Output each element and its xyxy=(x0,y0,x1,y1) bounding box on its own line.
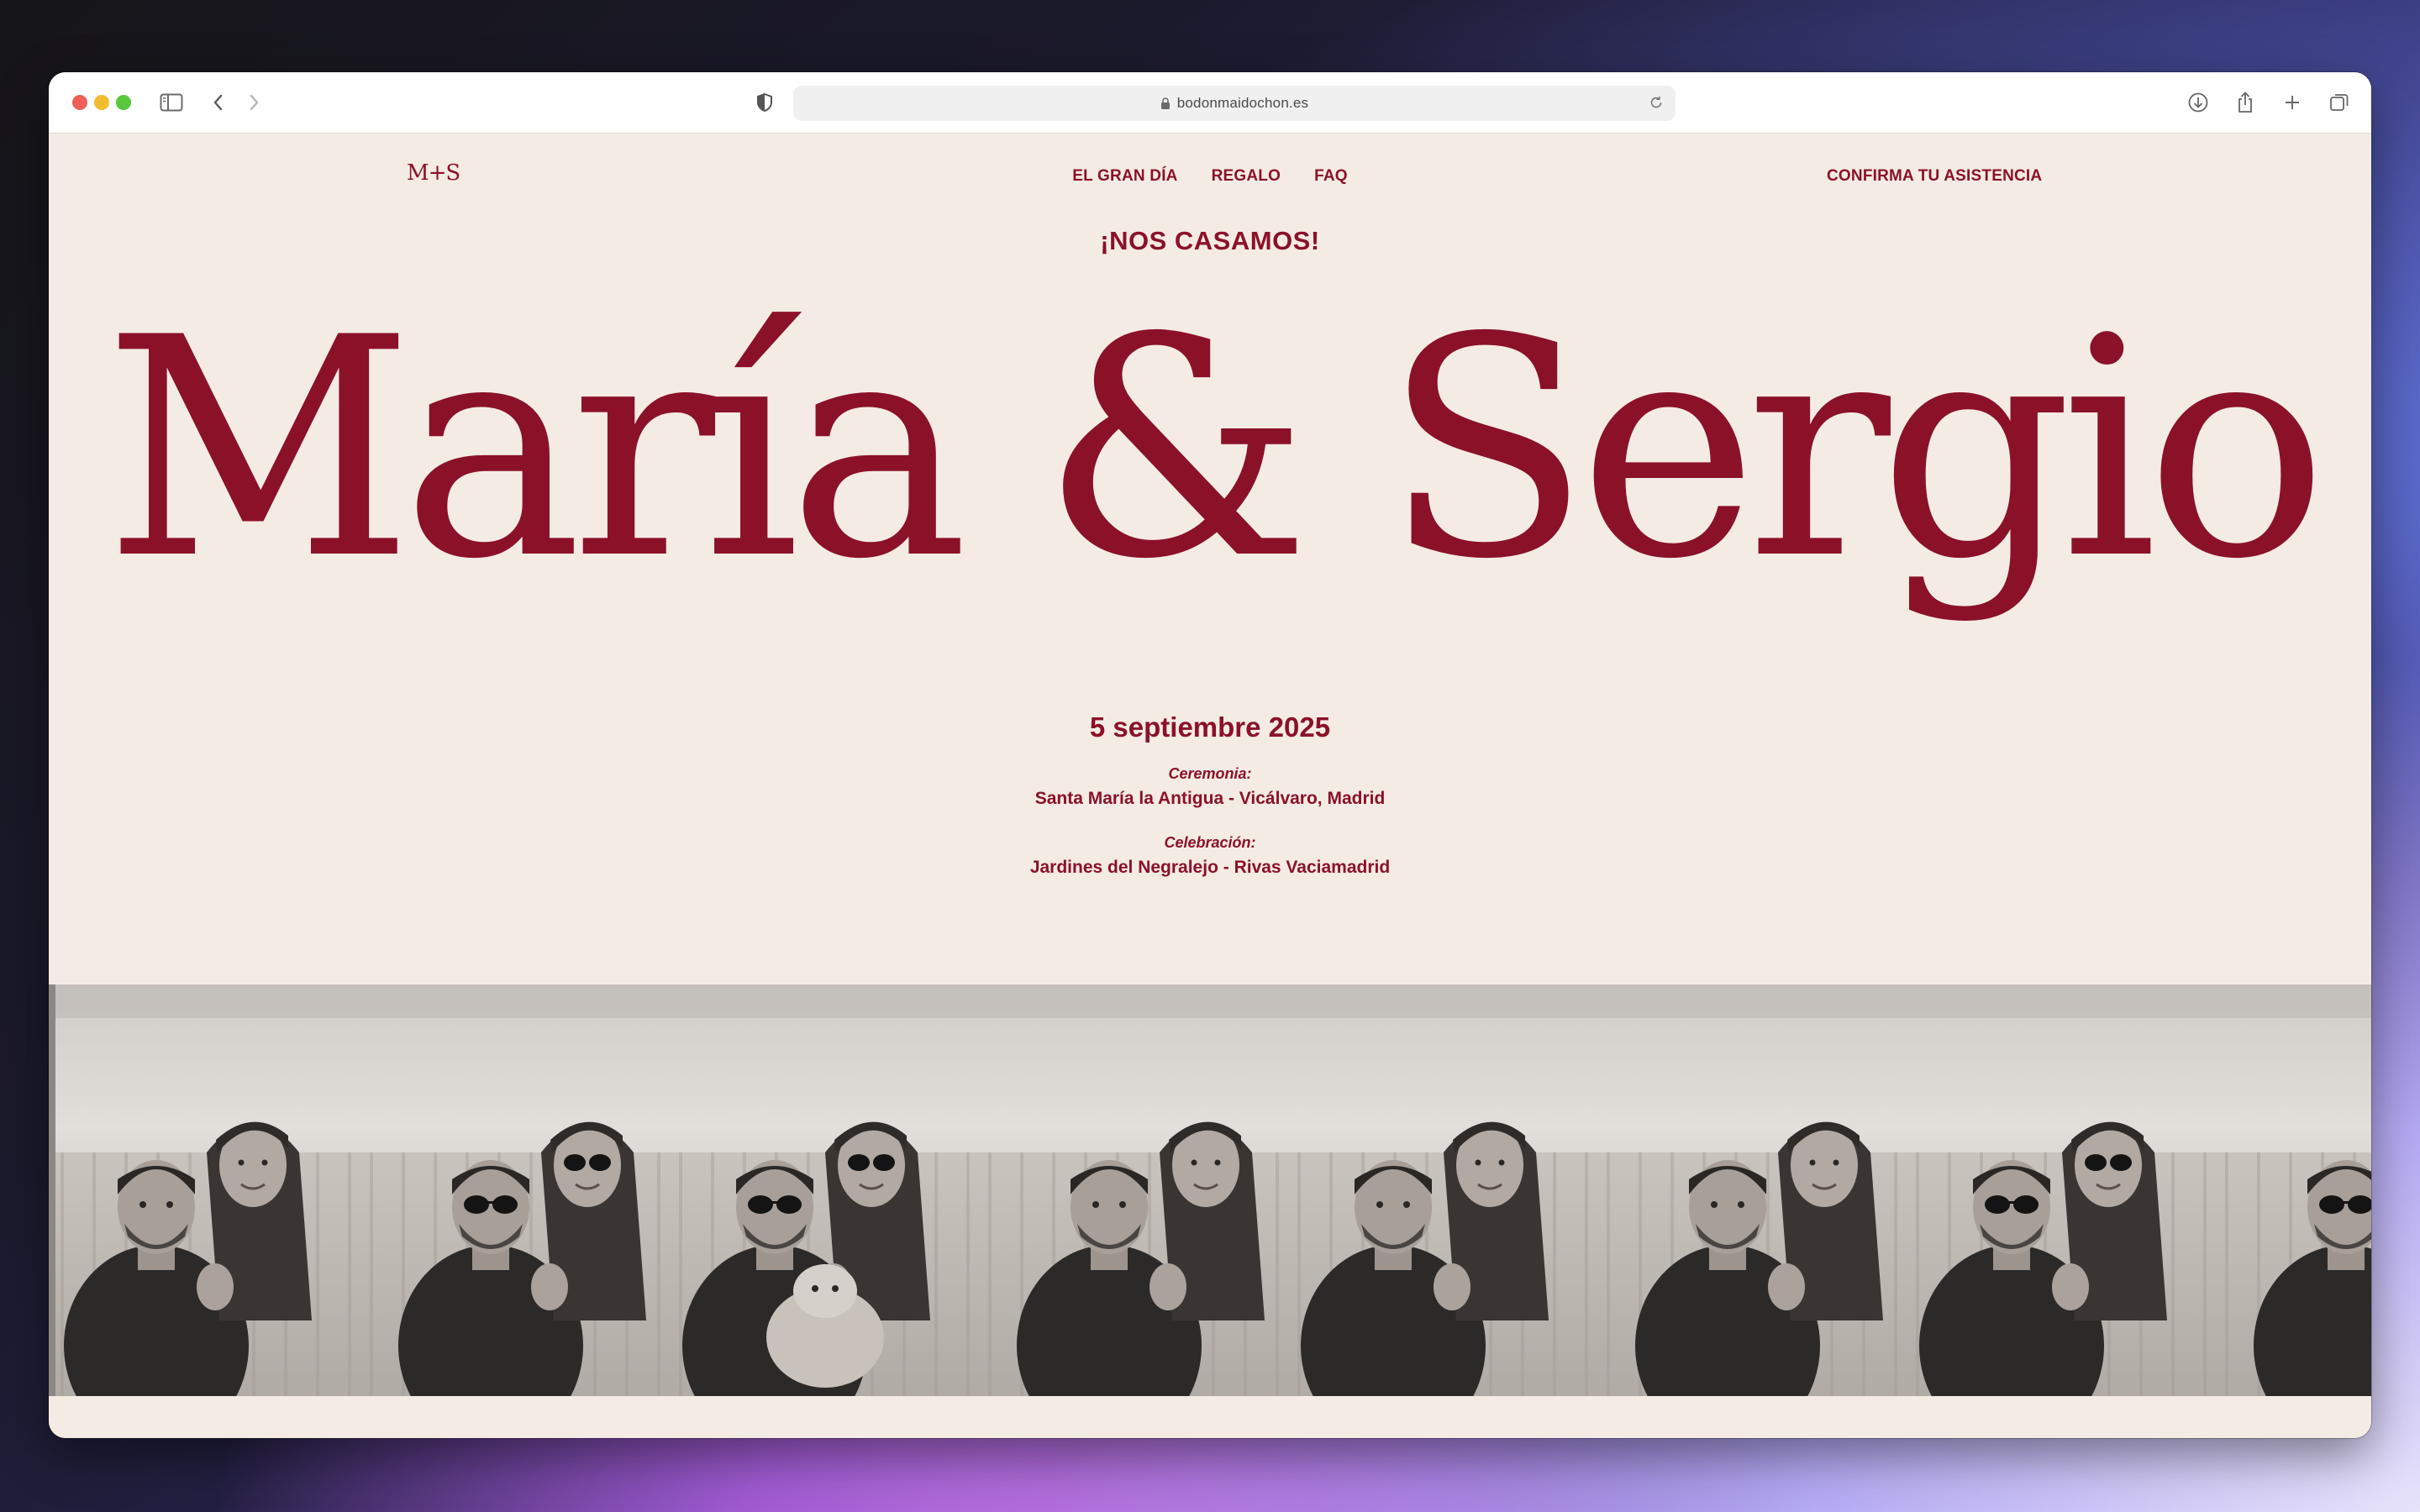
browser-toolbar: bodonmaidochon.es xyxy=(49,72,2371,134)
tab-overview-icon[interactable] xyxy=(2326,89,2353,116)
couple-photo-8 xyxy=(2220,984,2371,1396)
ceremony-place: Santa María la Antigua - Vicálvaro, Madr… xyxy=(1034,789,1386,808)
nav-el-gran-dia[interactable]: EL GRAN DÍA xyxy=(1072,167,1177,186)
celebration-place: Jardines del Negralejo - Rivas Vaciamadr… xyxy=(1029,858,1391,877)
wedding-date: 5 septiembre 2025 xyxy=(1089,711,1331,743)
nav-faq[interactable]: FAQ xyxy=(1314,167,1348,186)
forward-icon[interactable] xyxy=(240,89,267,116)
new-tab-icon[interactable] xyxy=(2279,89,2306,116)
address-bar[interactable]: bodonmaidochon.es xyxy=(793,86,1676,121)
maximize-window-button[interactable] xyxy=(116,95,131,110)
celebration-label: Celebración: xyxy=(1164,834,1256,851)
privacy-shield-icon[interactable] xyxy=(751,89,778,116)
sidebar-toggle-icon[interactable] xyxy=(158,89,185,116)
rsvp-link[interactable]: CONFIRMA TU ASISTENCIA xyxy=(1827,167,2042,186)
close-window-button[interactable] xyxy=(72,95,87,110)
nav-regalo[interactable]: REGALO xyxy=(1212,167,1281,186)
lock-icon xyxy=(1160,97,1171,110)
reload-icon[interactable] xyxy=(1649,95,1664,114)
couple-photo-6 xyxy=(1602,984,1911,1396)
site-nav: M+S EL GRAN DÍA REGALO FAQ CONFIRMA TU A… xyxy=(49,160,2371,194)
couple-photo-2 xyxy=(365,984,674,1396)
photo-strip xyxy=(49,984,2371,1396)
hero-kicker: ¡NOS CASAMOS! xyxy=(1100,226,1320,255)
minimize-window-button[interactable] xyxy=(94,95,109,110)
couple-photo-3-dog xyxy=(674,984,983,1396)
wedding-page: M+S EL GRAN DÍA REGALO FAQ CONFIRMA TU A… xyxy=(49,134,2371,1438)
couple-names: María & Sergio xyxy=(103,273,2328,625)
couple-photo-5 xyxy=(1292,984,1602,1396)
downloads-icon[interactable] xyxy=(2185,89,2212,116)
back-icon[interactable] xyxy=(205,89,232,116)
couple-photo-1 xyxy=(55,984,365,1396)
ceremony-label: Ceremonia: xyxy=(1168,765,1252,782)
share-icon[interactable] xyxy=(2232,89,2259,116)
browser-window: bodonmaidochon.es M+S EL GRAN DÍA REGALO… xyxy=(49,72,2371,1438)
couple-photo-4 xyxy=(983,984,1292,1396)
url-text: bodonmaidochon.es xyxy=(1176,95,1309,111)
couple-photo-7 xyxy=(1911,984,2220,1396)
